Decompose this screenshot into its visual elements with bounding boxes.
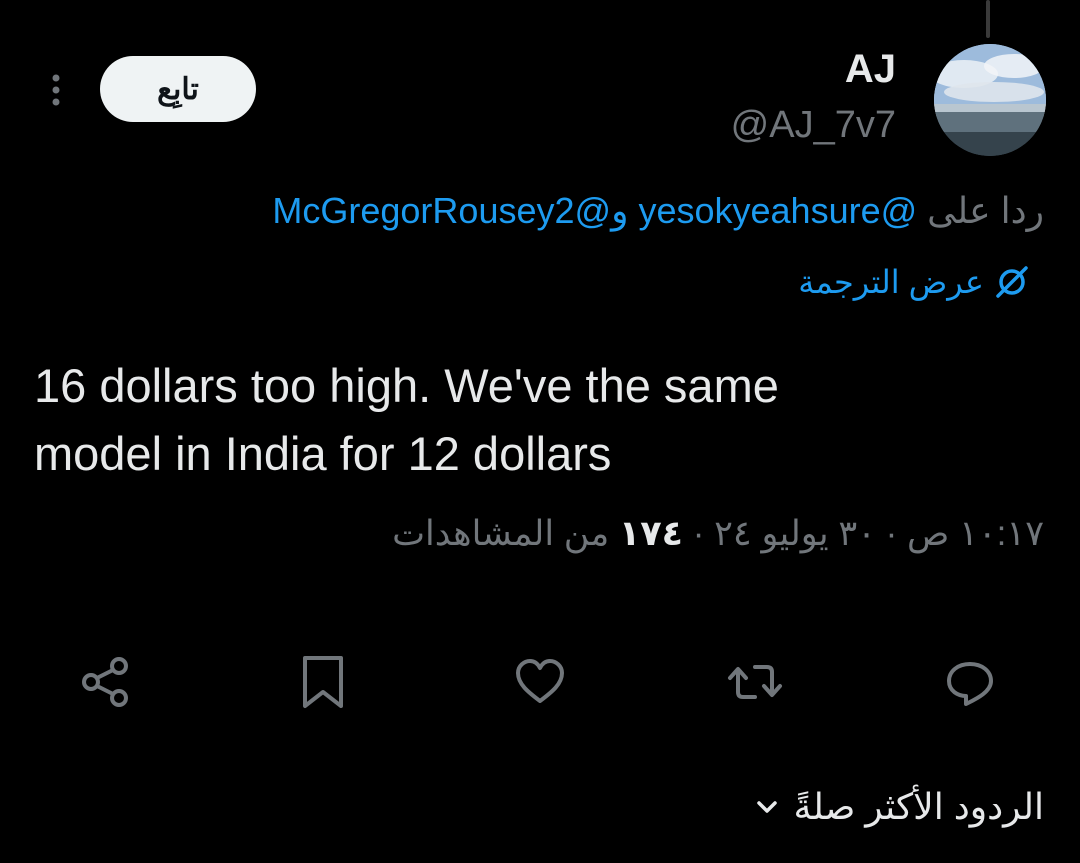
- replies-sort-label: الردود الأكثر صلةً: [793, 786, 1044, 827]
- views-count: ١٧٤: [618, 514, 684, 553]
- reply-icon: [947, 662, 993, 706]
- share-icon: [82, 657, 128, 707]
- show-translation-link[interactable]: عرض الترجمة: [798, 262, 1032, 302]
- bookmark-icon: [303, 656, 343, 708]
- divider: [0, 760, 1080, 761]
- retweet-button[interactable]: [725, 652, 785, 712]
- tweet-meta: ١٠:١٧ ص · ٣٠ يوليو ٢٤ · ١٧٤ من المشاهدات: [392, 514, 1044, 554]
- thread-connector-line: [986, 0, 990, 38]
- replies-sort-dropdown[interactable]: الردود الأكثر صلةً: [754, 786, 1044, 828]
- avatar-image: [934, 44, 1046, 156]
- share-button[interactable]: [76, 652, 136, 712]
- like-button[interactable]: [510, 652, 570, 712]
- author-handle[interactable]: @AJ_7v7: [731, 104, 896, 147]
- reply-context: ردا على @yesokyeahsure و@McGregorRousey2: [272, 190, 1044, 232]
- translate-icon: [996, 266, 1028, 298]
- chevron-down-icon: [756, 801, 777, 813]
- follow-button[interactable]: تابِع: [100, 56, 256, 122]
- reply-connector: و: [611, 190, 629, 231]
- retweet-icon: [728, 665, 782, 699]
- reply-prefix: ردا على: [927, 190, 1044, 231]
- action-bar: [0, 652, 1080, 712]
- avatar[interactable]: [934, 44, 1046, 156]
- tweet-text: 16 dollars too high. We've the same mode…: [34, 352, 1034, 488]
- tweet-text-line-2: model in India for 12 dollars: [34, 427, 612, 480]
- reply-mention-2[interactable]: @McGregorRousey2: [272, 190, 611, 231]
- views-label: من المشاهدات: [392, 514, 619, 553]
- translate-label: عرض الترجمة: [798, 264, 984, 300]
- tweet-text-line-1: 16 dollars too high. We've the same: [34, 359, 779, 412]
- author-display-name[interactable]: AJ: [845, 47, 896, 92]
- more-options-icon[interactable]: [44, 70, 68, 110]
- tweet-timestamp[interactable]: ١٠:١٧ ص · ٣٠ يوليو ٢٤ ·: [683, 514, 1044, 553]
- like-icon: [516, 659, 564, 703]
- bookmark-button[interactable]: [293, 652, 353, 712]
- reply-button[interactable]: [940, 652, 1000, 712]
- reply-mention-1[interactable]: @yesokyeahsure: [638, 190, 917, 231]
